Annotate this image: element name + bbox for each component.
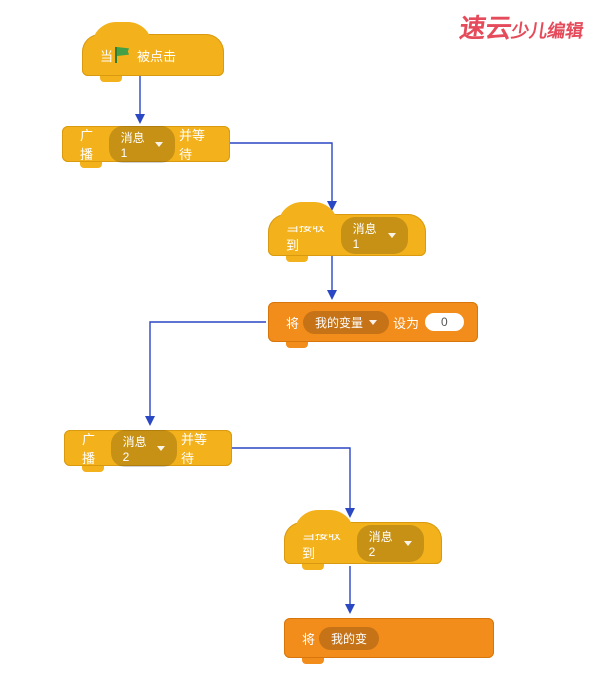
label-suffix: 被点击	[137, 46, 176, 65]
dropdown-variable[interactable]: 我的变量	[303, 311, 389, 334]
dropdown-message[interactable]: 消息1	[341, 217, 408, 254]
chevron-down-icon	[155, 142, 163, 147]
block-when-flag-clicked[interactable]: 当 被点击	[82, 34, 224, 76]
label-prefix: 将	[302, 629, 315, 648]
label-prefix: 当	[100, 46, 113, 65]
diagram-canvas: 速云少儿编辑 当 被点击 广播 消息1 并等待 当接收到 消息1	[0, 0, 600, 681]
chevron-down-icon	[404, 541, 412, 546]
dropdown-message[interactable]: 消息1	[109, 126, 175, 163]
logo-sub: 少儿编辑	[510, 21, 585, 41]
block-broadcast-wait-2[interactable]: 广播 消息2 并等待	[64, 430, 232, 466]
label-suffix: 并等待	[181, 429, 218, 467]
label-suffix: 并等待	[179, 125, 216, 163]
logo-main: 速云	[458, 14, 514, 43]
chevron-down-icon	[157, 446, 165, 451]
chevron-down-icon	[388, 233, 396, 238]
dropdown-variable[interactable]: 我的变	[319, 627, 379, 650]
label-prefix: 广播	[82, 429, 107, 467]
block-set-variable-2[interactable]: 将 我的变	[284, 618, 494, 658]
block-set-variable-1[interactable]: 将 我的变量 设为 0	[268, 302, 478, 342]
chevron-down-icon	[369, 320, 377, 325]
block-when-receive-2[interactable]: 当接收到 消息2	[284, 522, 442, 564]
label-prefix: 将	[286, 313, 299, 332]
label-mid: 设为	[393, 313, 419, 332]
label-prefix: 当接收到	[302, 524, 353, 562]
dropdown-message[interactable]: 消息2	[111, 430, 177, 467]
label-prefix: 广播	[80, 125, 105, 163]
dropdown-message[interactable]: 消息2	[357, 525, 424, 562]
input-value[interactable]: 0	[425, 313, 464, 331]
block-when-receive-1[interactable]: 当接收到 消息1	[268, 214, 426, 256]
block-broadcast-wait-1[interactable]: 广播 消息1 并等待	[62, 126, 230, 162]
brand-logo: 速云少儿编辑	[457, 8, 586, 45]
green-flag-icon	[113, 46, 131, 64]
label-prefix: 当接收到	[286, 216, 337, 254]
